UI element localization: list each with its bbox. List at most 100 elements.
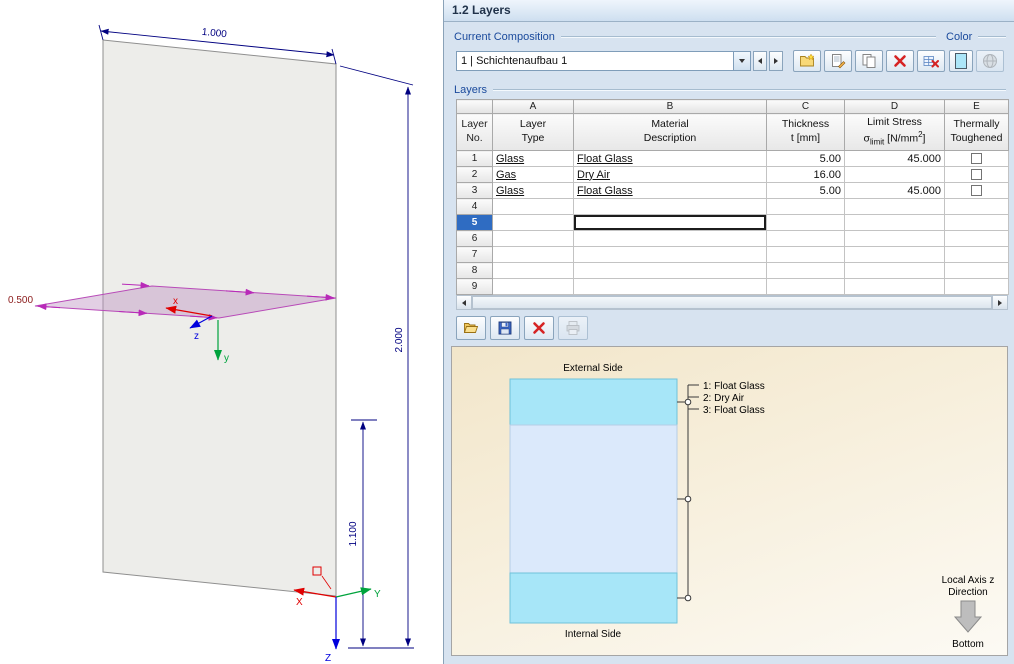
cell-limit-stress[interactable] [844,198,945,215]
toughened-checkbox[interactable] [971,153,982,165]
layer-bracket [677,384,699,602]
scroll-left-button[interactable] [457,296,472,309]
height-dimension-label: 2.000 [394,327,405,352]
new-composition-button[interactable] [793,50,821,72]
cell-limit-stress[interactable] [844,246,945,263]
3d-viewport[interactable]: 1.000 2.000 1.100 0.500 x z y X Y Z [0,0,443,664]
copy-composition-button[interactable] [855,50,883,72]
group-rule [560,36,936,38]
cell-layer-type[interactable]: Glass [492,150,574,167]
header-thickness: Thickness t [mm] [766,113,845,151]
cell-layer-type[interactable] [492,262,574,279]
row-number[interactable]: 7 [456,246,493,263]
scrollbar-thumb[interactable] [472,296,992,309]
row-number[interactable]: 4 [456,198,493,215]
table-corner-cell[interactable] [456,99,493,114]
cell-thermally-toughened [944,214,1009,231]
column-header-d[interactable]: D [844,99,945,114]
row-number[interactable]: 9 [456,278,493,295]
scroll-right-button[interactable] [992,296,1007,309]
current-composition-group: Current Composition [454,31,936,43]
cell-thickness[interactable]: 5.00 [766,150,845,167]
save-button[interactable] [490,316,520,340]
row-number-selected[interactable]: 5 [456,214,493,231]
composition-dropdown-button[interactable] [733,52,750,70]
row-number[interactable]: 6 [456,230,493,247]
delete-composition-button[interactable] [886,50,914,72]
layer-band-glass-top [509,378,678,426]
cell-material-description[interactable]: Dry Air [573,166,767,183]
composition-preview: External Side 1: Float Glass 2: Dry Air [451,346,1008,656]
cell-layer-type[interactable]: Gas [492,166,574,183]
cell-material-description[interactable] [573,278,767,295]
cell-layer-type[interactable] [492,198,574,215]
copy-icon [862,54,876,68]
row-number[interactable]: 2 [456,166,493,183]
triangle-left-icon [462,299,466,306]
external-side-label: External Side [563,363,623,374]
open-button[interactable] [456,316,486,340]
column-header-e[interactable]: E [944,99,1009,114]
cell-material-description[interactable]: Float Glass [573,182,767,199]
cell-thickness[interactable]: 16.00 [766,166,845,183]
cell-thickness[interactable] [766,230,845,247]
column-header-b-selected[interactable]: B [573,99,767,114]
row-number[interactable]: 3 [456,182,493,199]
toughened-checkbox[interactable] [971,169,982,181]
delete-all-compositions-button[interactable] [917,50,945,72]
cell-material-description[interactable] [573,198,767,215]
column-header-a[interactable]: A [492,99,574,114]
table-row: 1 Glass Float Glass 5.00 45.000 [456,150,1009,167]
cell-thickness[interactable] [766,262,845,279]
edit-composition-button[interactable] [824,50,852,72]
printer-icon [566,321,580,335]
cell-thermally-toughened [944,278,1009,295]
local-axis-y-label: y [224,353,229,364]
header-layer-no: Layer No. [456,113,493,151]
layers-table: A B C D E Layer No. Layer Type Material Des… [456,99,1009,295]
cell-limit-stress[interactable] [844,166,945,183]
global-axis-x-label: X [296,597,303,608]
layer-band-gas [509,424,678,574]
column-header-c[interactable]: C [766,99,845,114]
cell-layer-type[interactable] [492,278,574,295]
cell-limit-stress[interactable] [844,214,945,231]
internal-side-label: Internal Side [565,629,622,640]
row-number[interactable]: 8 [456,262,493,279]
folder-new-icon [800,53,815,67]
render-colors-button [976,50,1004,72]
cell-thickness[interactable] [766,278,845,295]
cell-limit-stress[interactable]: 45.000 [844,182,945,199]
global-axis-z-label: Z [325,653,331,664]
active-cell[interactable] [573,214,767,231]
next-composition-button[interactable] [769,51,783,71]
toughened-checkbox[interactable] [971,185,982,197]
group-rule [978,36,1006,38]
composition-select[interactable]: 1 | Schichtenaufbau 1 [456,51,751,71]
delete-layers-button[interactable] [524,316,554,340]
cell-thickness[interactable] [766,198,845,215]
cell-layer-type[interactable] [492,214,574,231]
composition-select-value: 1 | Schichtenaufbau 1 [461,55,568,67]
cell-material-description[interactable] [573,230,767,247]
previous-composition-button[interactable] [753,51,767,71]
cell-limit-stress[interactable]: 45.000 [844,150,945,167]
cell-limit-stress[interactable] [844,278,945,295]
cell-material-description[interactable] [573,246,767,263]
cell-material-description[interactable] [573,262,767,279]
cell-limit-stress[interactable] [844,262,945,279]
cell-thickness[interactable] [766,214,845,231]
table-row: 9 [456,278,1009,295]
row-number[interactable]: 1 [456,150,493,167]
cell-layer-type[interactable]: Glass [492,182,574,199]
composition-color-button[interactable] [949,50,973,72]
layer-stack [509,378,678,624]
color-swatch [955,53,967,69]
cell-thickness[interactable]: 5.00 [766,182,845,199]
cell-material-description[interactable]: Float Glass [573,150,767,167]
table-horizontal-scrollbar[interactable] [456,295,1008,310]
cell-thickness[interactable] [766,246,845,263]
cell-limit-stress[interactable] [844,230,945,247]
cell-layer-type[interactable] [492,230,574,247]
cell-layer-type[interactable] [492,246,574,263]
